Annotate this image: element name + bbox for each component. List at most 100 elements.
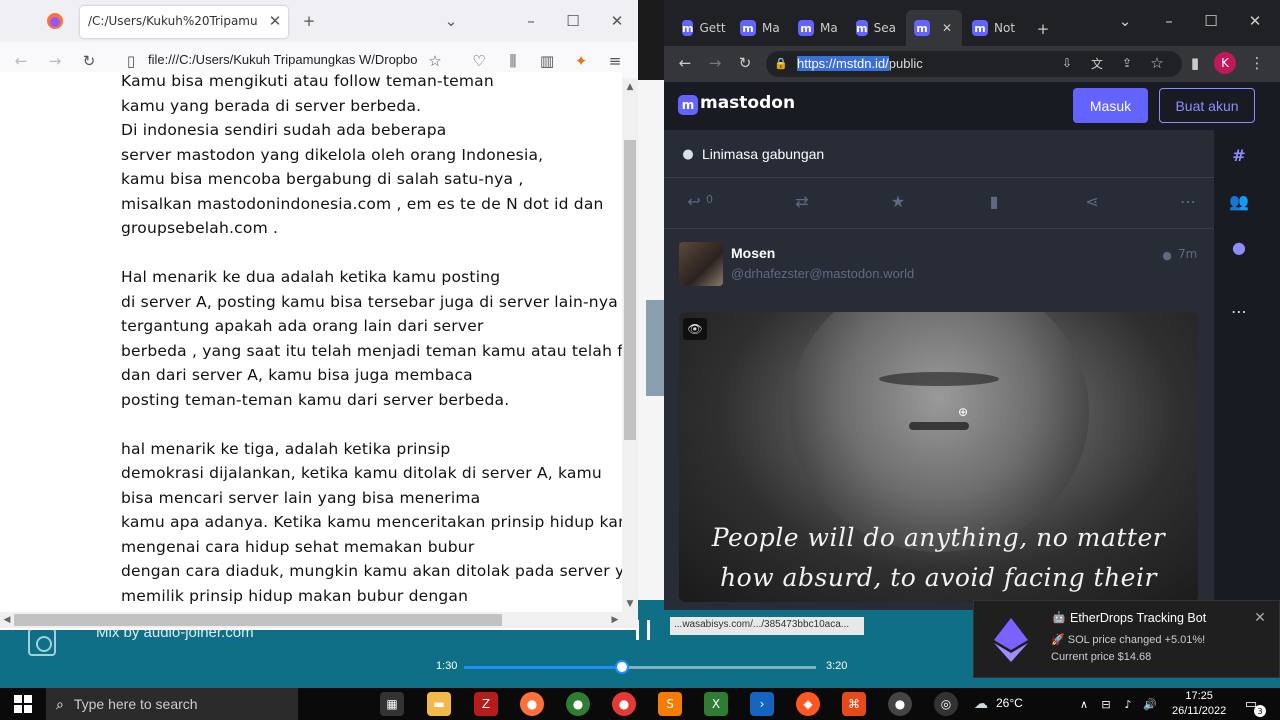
post-media-image[interactable]: People will do anything, no matter how a… (679, 312, 1198, 602)
forward-icon[interactable]: → (704, 52, 726, 74)
chrome-tab[interactable]: m Sea (848, 10, 904, 46)
bookmark-icon[interactable]: ▮ (982, 190, 1006, 212)
metamask-icon[interactable]: ✦ (570, 50, 592, 72)
media-app-icon[interactable]: ◎ (934, 692, 958, 716)
signup-button[interactable]: Buat akun (1159, 88, 1255, 123)
powershell-icon[interactable]: › (750, 692, 774, 716)
volume-icon[interactable]: 🔊 (1142, 696, 1158, 712)
minimize-icon[interactable]: – (1158, 10, 1180, 32)
maximize-icon[interactable]: ☐ (562, 10, 584, 32)
side-panel-icon[interactable]: ▮ (1184, 52, 1206, 74)
minimize-icon[interactable]: – (520, 10, 542, 32)
mastodon-logo-icon[interactable]: m (678, 95, 698, 115)
chrome-tab[interactable]: m Gett (674, 10, 730, 46)
system-clock[interactable]: 17:25 26/11/2022 (1172, 689, 1226, 719)
spreadsheet-icon[interactable]: X (704, 692, 728, 716)
hide-media-icon[interactable]: 👁 (683, 318, 707, 340)
vertical-scroll-thumb[interactable] (624, 140, 636, 440)
bookmark-star-icon[interactable]: ☆ (424, 50, 446, 72)
chrome-tab-label: Ma (820, 21, 838, 35)
chrome-icon[interactable]: ● (566, 692, 590, 716)
firefox-tab-active[interactable]: /C:/Users/Kukuh%20Tripamungkas% (80, 6, 288, 38)
zoom-cursor-icon: ⊕ (957, 405, 969, 419)
close-window-icon[interactable]: ✕ (606, 10, 628, 32)
chrome-tab[interactable]: m Not (964, 10, 1024, 46)
hashtag-icon[interactable]: # (1228, 144, 1250, 166)
tab-search-icon[interactable]: ⌄ (1114, 10, 1136, 32)
pocket-icon[interactable]: ♡ (468, 50, 490, 72)
more-icon[interactable]: ⋯ (1176, 190, 1200, 212)
reload-icon[interactable]: ↻ (78, 50, 100, 72)
sublime-icon[interactable]: S (658, 692, 682, 716)
cloud-icon[interactable]: ☁ (970, 694, 992, 714)
back-icon[interactable]: ← (10, 50, 32, 72)
install-icon[interactable]: ⇩ (1056, 52, 1078, 74)
firefox-icon[interactable]: ● (520, 692, 544, 716)
brave-icon[interactable]: ◆ (796, 692, 820, 716)
chrome-tab[interactable]: m ✕ (906, 10, 962, 46)
microphone-icon[interactable]: ♪ (1120, 696, 1136, 712)
filezilla-icon[interactable]: Z (474, 692, 498, 716)
chrome-menu-icon[interactable]: ⋮ (1246, 52, 1268, 74)
url-text[interactable]: https://mstdn.id/public (797, 56, 923, 71)
boost-icon[interactable]: ⇄ (790, 190, 814, 212)
horizontal-scroll-thumb[interactable] (14, 614, 502, 626)
close-tab-icon[interactable]: ✕ (942, 21, 952, 35)
more-options-icon[interactable]: ⋯ (1228, 300, 1250, 322)
network-icon[interactable]: ⊟ (1098, 696, 1114, 712)
close-tab-icon[interactable]: ✕ (264, 10, 286, 32)
new-tab-icon[interactable]: + (298, 10, 320, 32)
avatar[interactable] (679, 242, 723, 286)
scroll-up-icon[interactable]: ▲ (622, 80, 638, 94)
share-icon[interactable]: ⋖ (1080, 190, 1104, 212)
scroll-right-icon[interactable]: ▶ (608, 612, 622, 628)
sidebar-icon[interactable]: ▥ (536, 50, 558, 72)
chrome-tab[interactable]: m Ma (790, 10, 846, 46)
tab-list-icon[interactable]: ⌄ (440, 10, 462, 32)
chevron-up-icon[interactable]: ∧ (1076, 696, 1092, 712)
forward-icon[interactable]: → (44, 50, 66, 72)
chrome-profile-icon[interactable]: ● (612, 692, 636, 716)
document-line: kamu bisa mencoba bergabung di salah sat… (121, 170, 524, 188)
obs-icon[interactable]: ● (888, 692, 912, 716)
task-view-icon[interactable]: ▦ (380, 692, 404, 716)
chrome-tab-label: Not (994, 21, 1016, 35)
post-author-handle[interactable]: @drhafezster@mastodon.world (731, 266, 914, 281)
login-button[interactable]: Masuk (1073, 88, 1148, 123)
maximize-icon[interactable]: ☐ (1200, 10, 1222, 32)
post-author-name[interactable]: Mosen (731, 245, 775, 261)
reply-icon[interactable]: ↩ (682, 190, 706, 212)
url-field[interactable]: file:///C:/Users/Kukuh Tripamungkas W/Dr… (148, 52, 418, 67)
app-icon[interactable]: ⌘ (842, 692, 866, 716)
library-icon[interactable]: ⫼ (502, 50, 524, 72)
translate-icon[interactable]: 文 (1086, 52, 1108, 74)
file-explorer-icon[interactable]: ▬ (427, 692, 451, 716)
scroll-down-icon[interactable]: ▼ (622, 597, 638, 611)
new-tab-icon[interactable]: + (1032, 18, 1054, 40)
people-icon[interactable]: 👥 (1228, 190, 1250, 212)
lock-icon[interactable]: 🔒 (774, 56, 788, 70)
taskbar-search[interactable]: ⌕ Type here to search (46, 688, 298, 720)
favourite-icon[interactable]: ★ (886, 190, 910, 212)
close-notification-icon[interactable]: ✕ (1252, 610, 1268, 626)
bookmark-star-icon[interactable]: ☆ (1146, 52, 1168, 74)
close-window-icon[interactable]: ✕ (1244, 10, 1266, 32)
reload-icon[interactable]: ↻ (734, 52, 756, 74)
pause-icon[interactable] (636, 620, 650, 640)
windows-start-icon[interactable] (10, 692, 36, 716)
clock-time: 17:25 (1185, 690, 1213, 702)
back-icon[interactable]: ← (674, 52, 696, 74)
quote-line-1: People will do anything, no matter (711, 523, 1166, 552)
firefox-menu-icon[interactable] (44, 10, 66, 32)
profile-avatar[interactable]: K (1214, 52, 1236, 74)
chrome-tab[interactable]: m Ma (732, 10, 788, 46)
post-timestamp[interactable]: 7m (1178, 247, 1197, 261)
federated-globe-icon[interactable]: ● (1228, 236, 1250, 258)
hamburger-menu-icon[interactable]: ≡ (604, 50, 626, 72)
weather-temperature[interactable]: 26°C (996, 696, 1023, 710)
share-icon[interactable]: ⇪ (1116, 52, 1138, 74)
column-title[interactable]: Linimasa gabungan (702, 146, 824, 162)
mastodon-wordmark[interactable]: mastodon (700, 93, 795, 113)
mastodon-favicon-icon: m (914, 20, 930, 36)
scroll-left-icon[interactable]: ◀ (0, 612, 14, 628)
